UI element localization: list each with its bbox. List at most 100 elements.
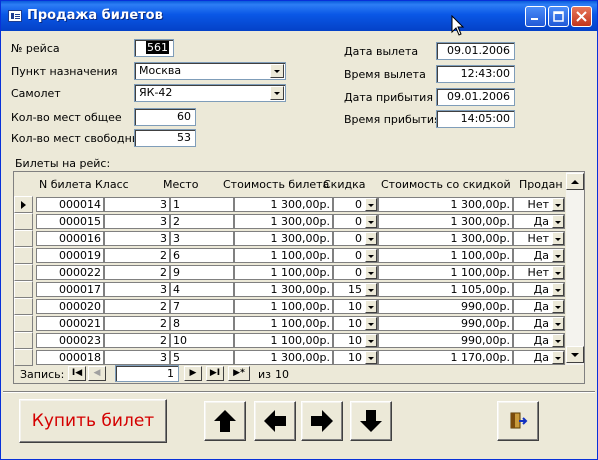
cell-price-discount[interactable]: 1 300,00р.	[378, 214, 513, 229]
cell-price-discount[interactable]: 1 100,00р.	[378, 265, 513, 280]
row-selector[interactable]	[14, 264, 33, 281]
cell-price-discount[interactable]: 1 100,00р.	[378, 248, 513, 263]
row-selector[interactable]	[14, 315, 33, 332]
cell-discount[interactable]: 10	[333, 333, 378, 348]
cell-ticket[interactable]: 000023	[36, 333, 104, 348]
cell-discount[interactable]: 10	[333, 299, 378, 314]
chevron-down-icon[interactable]	[365, 215, 377, 228]
cell-price[interactable]: 1 100,00р.	[234, 316, 333, 331]
vertical-scrollbar[interactable]	[566, 172, 584, 365]
chevron-down-icon[interactable]	[365, 283, 377, 296]
cell-seat[interactable]: 10	[170, 333, 234, 348]
row-selector[interactable]	[14, 349, 33, 366]
minimize-button[interactable]	[525, 6, 546, 27]
chevron-down-icon[interactable]	[552, 334, 564, 347]
cell-seat[interactable]: 4	[170, 282, 234, 297]
cell-class[interactable]: 2	[104, 316, 170, 331]
cell-discount[interactable]: 10	[333, 316, 378, 331]
cell-class[interactable]: 2	[104, 333, 170, 348]
cell-price-discount[interactable]: 1 105,00р.	[378, 282, 513, 297]
cell-sold[interactable]: Да	[513, 214, 565, 229]
cell-price[interactable]: 1 300,00р.	[234, 282, 333, 297]
cell-price-discount[interactable]: 1 300,00р.	[378, 231, 513, 246]
table-row[interactable]: 000017 3 4 1 300,00р. 15 1 105,00р. Да	[14, 281, 566, 298]
row-selector[interactable]	[14, 196, 33, 213]
chevron-down-icon[interactable]	[270, 64, 284, 78]
scroll-up-icon[interactable]	[566, 173, 584, 190]
chevron-down-icon[interactable]	[552, 300, 564, 313]
cell-seat[interactable]: 2	[170, 214, 234, 229]
cell-sold[interactable]: Нет	[513, 197, 565, 212]
cell-sold[interactable]: Да	[513, 282, 565, 297]
cell-price[interactable]: 1 100,00р.	[234, 333, 333, 348]
cell-price-discount[interactable]: 990,00р.	[378, 333, 513, 348]
seats-free-field[interactable]: 53	[134, 129, 196, 147]
chevron-down-icon[interactable]	[365, 198, 377, 211]
arrival-time-field[interactable]: 14:05:00	[436, 110, 515, 128]
cell-seat[interactable]: 5	[170, 350, 234, 365]
close-button[interactable]	[571, 6, 592, 27]
new-record-button[interactable]: ▶*	[228, 366, 250, 381]
cell-class[interactable]: 3	[104, 214, 170, 229]
cell-seat[interactable]: 1	[170, 197, 234, 212]
chevron-down-icon[interactable]	[552, 351, 564, 364]
cell-seat[interactable]: 8	[170, 316, 234, 331]
cell-ticket[interactable]: 000020	[36, 299, 104, 314]
cell-sold[interactable]: Да	[513, 333, 565, 348]
table-row[interactable]: 000020 2 7 1 100,00р. 10 990,00р. Да	[14, 298, 566, 315]
title-bar[interactable]: Продажа билетов	[1, 1, 597, 31]
cell-ticket[interactable]: 000021	[36, 316, 104, 331]
chevron-down-icon[interactable]	[365, 351, 377, 364]
row-selector[interactable]	[14, 213, 33, 230]
chevron-down-icon[interactable]	[270, 86, 284, 100]
cell-sold[interactable]: Да	[513, 316, 565, 331]
cell-ticket[interactable]: 000019	[36, 248, 104, 263]
departure-time-field[interactable]: 12:43:00	[436, 65, 515, 83]
table-row[interactable]: 000018 3 5 1 300,00р. 10 1 170,00р. Да	[14, 349, 566, 366]
row-selector[interactable]	[14, 230, 33, 247]
maximize-button[interactable]	[548, 6, 569, 27]
chevron-down-icon[interactable]	[365, 334, 377, 347]
chevron-down-icon[interactable]	[552, 283, 564, 296]
row-selector[interactable]	[14, 332, 33, 349]
plane-combo[interactable]: ЯК-42	[134, 84, 286, 102]
cell-price[interactable]: 1 300,00р.	[234, 350, 333, 365]
cell-discount[interactable]: 10	[333, 350, 378, 365]
row-selector[interactable]	[14, 247, 33, 264]
cell-price[interactable]: 1 100,00р.	[234, 299, 333, 314]
cell-ticket[interactable]: 000016	[36, 231, 104, 246]
destination-combo[interactable]: Москва	[134, 62, 286, 80]
table-row[interactable]: 000019 2 6 1 100,00р. 0 1 100,00р. Да	[14, 247, 566, 264]
cell-ticket[interactable]: 000018	[36, 350, 104, 365]
cell-class[interactable]: 2	[104, 265, 170, 280]
chevron-down-icon[interactable]	[552, 317, 564, 330]
cell-ticket[interactable]: 000022	[36, 265, 104, 280]
move-right-button[interactable]	[301, 401, 343, 441]
record-number-field[interactable]: 1	[115, 365, 179, 382]
chevron-down-icon[interactable]	[552, 198, 564, 211]
table-row[interactable]: 000021 2 8 1 100,00р. 10 990,00р. Да	[14, 315, 566, 332]
flight-number-field[interactable]: 561	[134, 39, 174, 57]
chevron-down-icon[interactable]	[365, 249, 377, 262]
cell-class[interactable]: 3	[104, 282, 170, 297]
cell-price[interactable]: 1 100,00р.	[234, 248, 333, 263]
cell-sold[interactable]: Да	[513, 248, 565, 263]
cell-ticket[interactable]: 000015	[36, 214, 104, 229]
table-row[interactable]: 000016 3 3 1 300,00р. 0 1 300,00р. Нет	[14, 230, 566, 247]
buy-ticket-button[interactable]: Купить билет	[19, 399, 167, 443]
cell-price-discount[interactable]: 1 300,00р.	[378, 197, 513, 212]
chevron-down-icon[interactable]	[552, 249, 564, 262]
cell-class[interactable]: 3	[104, 197, 170, 212]
departure-date-field[interactable]: 09.01.2006	[436, 42, 515, 60]
cell-discount[interactable]: 15	[333, 282, 378, 297]
table-row[interactable]: 000015 3 2 1 300,00р. 0 1 300,00р. Да	[14, 213, 566, 230]
seats-total-field[interactable]: 60	[134, 108, 196, 126]
cell-seat[interactable]: 3	[170, 231, 234, 246]
cell-seat[interactable]: 7	[170, 299, 234, 314]
cell-price-discount[interactable]: 990,00р.	[378, 316, 513, 331]
cell-seat[interactable]: 6	[170, 248, 234, 263]
cell-class[interactable]: 2	[104, 299, 170, 314]
cell-price[interactable]: 1 300,00р.	[234, 197, 333, 212]
cell-class[interactable]: 2	[104, 248, 170, 263]
move-down-button[interactable]	[350, 401, 392, 441]
